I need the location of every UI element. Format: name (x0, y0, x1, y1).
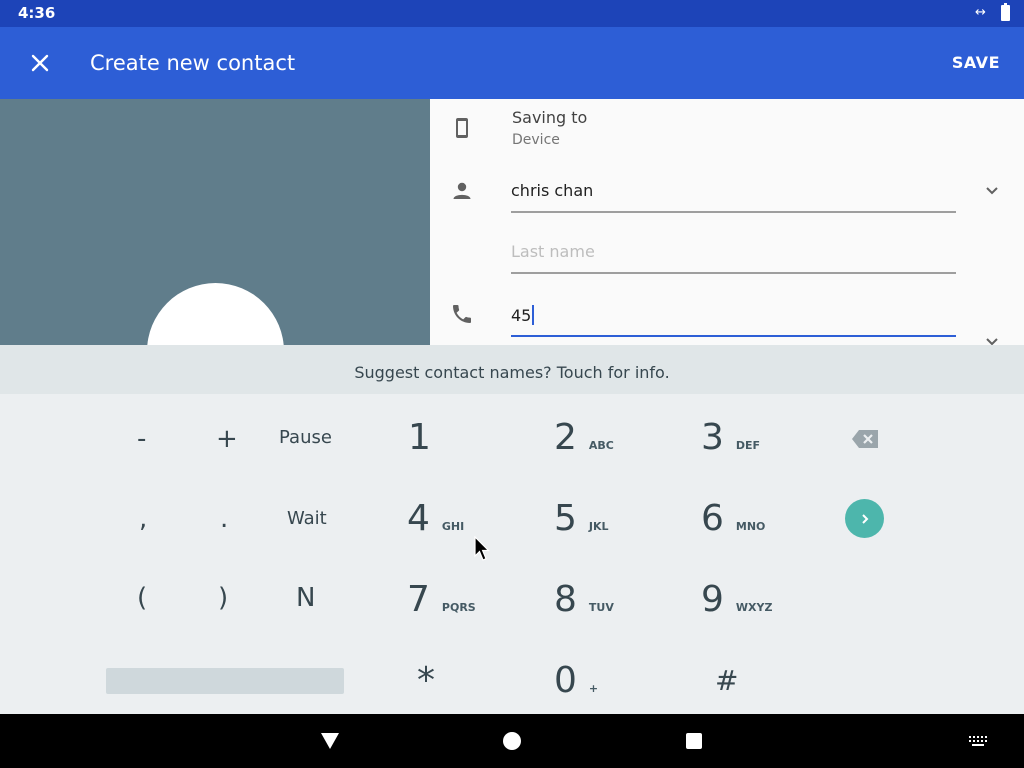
key-period[interactable]: . (220, 504, 228, 534)
status-bar: 4:36 ↔ (0, 0, 1024, 27)
key-minus[interactable]: - (137, 424, 146, 454)
key-star[interactable]: * (417, 660, 435, 701)
close-button[interactable] (22, 45, 58, 81)
key-digit: 5 (554, 498, 577, 539)
key-2[interactable]: 2 ABC (554, 417, 614, 458)
key-plus[interactable]: + (216, 424, 238, 454)
key-digit: 7 (407, 579, 430, 620)
chevron-right-icon (861, 513, 868, 524)
key-comma[interactable]: , (139, 504, 147, 534)
key-digit: 3 (701, 417, 724, 458)
key-digit: 9 (701, 579, 724, 620)
next-button[interactable] (845, 499, 884, 538)
person-icon (453, 182, 471, 199)
phone-device-icon (456, 118, 468, 138)
battery-icon (1001, 3, 1010, 21)
key-9[interactable]: 9 WXYZ (701, 579, 772, 620)
key-digit: 8 (554, 579, 577, 620)
avatar[interactable] (147, 283, 284, 345)
key-letters: MNO (735, 520, 766, 533)
key-letters: PQRS (441, 601, 476, 614)
last-name-field[interactable]: Last name (511, 234, 956, 274)
key-letters: DEF (735, 439, 761, 452)
key-digit: 1 (408, 417, 431, 458)
status-time: 4:36 (18, 4, 56, 22)
key-5[interactable]: 5 JKL (554, 498, 609, 539)
data-swap-icon: ↔ (975, 5, 986, 20)
suggestion-strip[interactable]: Suggest contact names? Touch for info. (0, 345, 1024, 394)
status-icons: ↔ (975, 3, 1010, 21)
key-letters: WXYZ (735, 601, 773, 614)
key-3[interactable]: 3 DEF (701, 417, 760, 458)
key-digit: 2 (554, 417, 577, 458)
key-right-paren[interactable]: ) (218, 583, 228, 613)
key-digit: # (715, 664, 739, 697)
key-letters: JKL (588, 520, 609, 533)
saving-to-account[interactable]: Device (512, 132, 560, 148)
keyboard-icon[interactable] (968, 735, 988, 747)
key-digit: 4 (407, 498, 430, 539)
contact-form: Saving to Device chris chan Last name 45 (430, 99, 1024, 345)
key-0[interactable]: 0 + (554, 660, 598, 701)
dialpad-keyboard: - + Pause 1 2 ABC 3 DEF , . Wait 4 GHI 5… (0, 394, 1024, 714)
chevron-down-icon[interactable] (982, 181, 1002, 201)
key-7[interactable]: 7 PQRS (407, 579, 476, 620)
first-name-field[interactable]: chris chan (511, 173, 956, 213)
home-icon[interactable] (503, 732, 521, 750)
key-left-paren[interactable]: ( (137, 583, 147, 613)
phone-field-value: 45 (511, 306, 532, 325)
app-bar: Create new contact SAVE (0, 27, 1024, 99)
key-letters: + (588, 682, 599, 695)
page-title: Create new contact (90, 51, 296, 75)
navigation-bar (0, 714, 1024, 768)
key-wait[interactable]: Wait (287, 508, 327, 529)
phone-icon (453, 305, 471, 323)
saving-to-label[interactable]: Saving to (512, 108, 587, 127)
phone-field[interactable]: 45 (511, 297, 956, 337)
key-digit: * (417, 660, 435, 701)
mouse-cursor-icon (474, 536, 490, 561)
key-letters: GHI (441, 520, 465, 533)
back-icon[interactable] (320, 732, 340, 750)
key-4[interactable]: 4 GHI (407, 498, 464, 539)
key-pause[interactable]: Pause (279, 427, 332, 448)
contact-photo-area[interactable] (0, 99, 430, 345)
backspace-icon[interactable] (851, 429, 879, 449)
space-key[interactable] (106, 668, 344, 694)
key-letters: ABC (588, 439, 614, 452)
text-caret (532, 305, 535, 325)
chevron-down-icon[interactable] (982, 332, 1002, 345)
recents-icon[interactable] (686, 733, 702, 749)
key-digit: 0 (554, 660, 577, 701)
key-1[interactable]: 1 (408, 417, 431, 458)
save-button[interactable]: SAVE (952, 53, 1000, 72)
key-hash[interactable]: # (715, 664, 738, 697)
key-digit: 6 (701, 498, 724, 539)
key-6[interactable]: 6 MNO (701, 498, 765, 539)
key-letters: TUV (588, 601, 614, 614)
key-n[interactable]: N (296, 583, 315, 613)
key-8[interactable]: 8 TUV (554, 579, 614, 620)
close-icon (31, 54, 49, 72)
